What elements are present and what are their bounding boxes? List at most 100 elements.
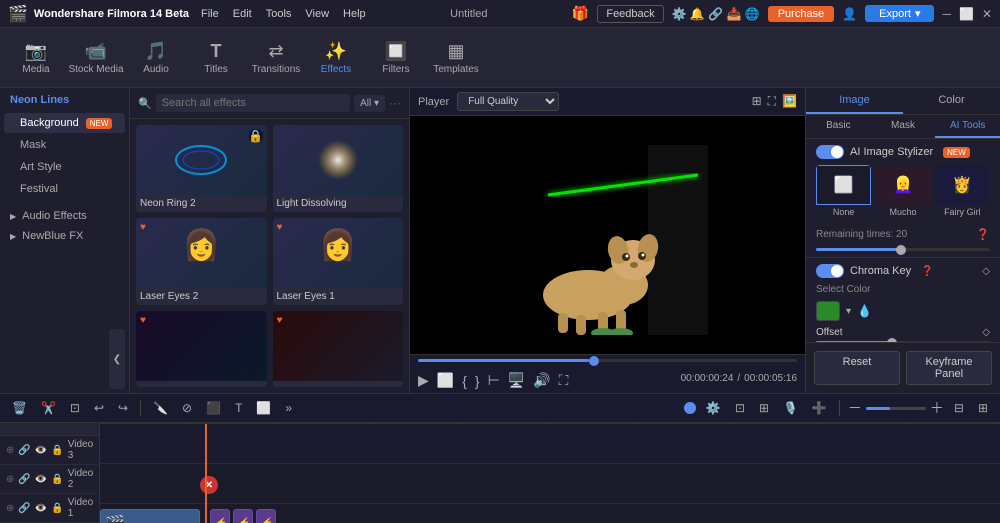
snapshot-button[interactable]: ⬜ bbox=[437, 372, 454, 389]
zoom-in-button[interactable]: ＋ bbox=[930, 398, 944, 418]
effect-clip-3[interactable]: ⚡ bbox=[256, 509, 276, 523]
video2-mute-icon[interactable]: 👁️ bbox=[35, 474, 47, 485]
feedback-button[interactable]: Feedback bbox=[597, 5, 663, 23]
media-tab-transitions[interactable]: ⇄ Transitions bbox=[248, 32, 304, 84]
fit-timeline-button[interactable]: ⊟ bbox=[950, 399, 968, 417]
video1-add-icon[interactable]: ⊕ bbox=[6, 503, 14, 514]
split-button-tl[interactable]: ⊡ bbox=[731, 399, 749, 417]
video3-link-icon[interactable]: 🔗 bbox=[18, 445, 30, 456]
menu-edit[interactable]: Edit bbox=[233, 8, 252, 20]
video-clip-main[interactable]: 🎬 bbox=[100, 509, 200, 523]
split-button[interactable]: ⊢ bbox=[488, 372, 500, 389]
clip-delete-marker[interactable]: ✕ bbox=[200, 476, 218, 494]
in-point-button[interactable]: } bbox=[475, 373, 480, 389]
undo-button[interactable]: ↩ bbox=[90, 399, 108, 417]
chroma-key-help-icon[interactable]: ❓ bbox=[921, 266, 933, 277]
ai-preset-none[interactable]: ⬜ None bbox=[816, 165, 871, 219]
category-mask[interactable]: Mask bbox=[4, 135, 125, 155]
effect-item-light-dissolving[interactable]: Light Dissolving bbox=[273, 125, 404, 212]
avatar-icon[interactable]: 👤 bbox=[842, 7, 857, 21]
ai-preset-fairy-girl[interactable]: 👸 Fairy Girl bbox=[935, 165, 990, 219]
text-button[interactable]: T bbox=[231, 399, 246, 417]
group-audio-effects[interactable]: ▶ Audio Effects bbox=[0, 206, 129, 226]
menu-tools[interactable]: Tools bbox=[266, 8, 292, 20]
keyframe-panel-button[interactable]: Keyframe Panel bbox=[906, 351, 992, 385]
video2-link-icon[interactable]: 🔗 bbox=[18, 474, 30, 485]
play-button[interactable]: ▶ bbox=[418, 372, 429, 389]
offset-handle[interactable] bbox=[887, 338, 897, 343]
more-options-icon[interactable]: ··· bbox=[389, 96, 401, 110]
media-tab-templates[interactable]: ▦ Templates bbox=[428, 32, 484, 84]
minimize-button[interactable]: ─ bbox=[942, 7, 951, 21]
audio-sync-button[interactable]: 🎙️ bbox=[779, 399, 802, 417]
media-tab-audio[interactable]: 🎵 Audio bbox=[128, 32, 184, 84]
video3-mute-icon[interactable]: 👁️ bbox=[35, 445, 47, 456]
video2-lock-icon[interactable]: 🔒 bbox=[51, 474, 63, 485]
gift-icon[interactable]: 🎁 bbox=[572, 5, 589, 22]
monitor-button[interactable]: 🖥️ bbox=[508, 372, 525, 389]
panel-collapse-button[interactable]: ❮ bbox=[109, 329, 125, 389]
category-background[interactable]: Background NEW bbox=[4, 113, 125, 133]
ripple-delete-button[interactable]: ⊘ bbox=[178, 399, 196, 417]
effect-item-laser-eyes-2[interactable]: ♥ Laser Eyes 2 bbox=[136, 218, 267, 305]
eyedropper-icon[interactable]: 💧 bbox=[857, 304, 872, 318]
volume-button[interactable]: 🔊 bbox=[533, 372, 550, 389]
media-tab-filters[interactable]: 🔲 Filters bbox=[368, 32, 424, 84]
add-track-button[interactable]: ➕ bbox=[808, 399, 831, 417]
media-tab-media[interactable]: 📷 Media bbox=[8, 32, 64, 84]
zoom-slider[interactable] bbox=[866, 407, 926, 410]
ai-preset-mucho[interactable]: 👱‍♀️ Mucho bbox=[875, 165, 930, 219]
playhead[interactable] bbox=[205, 424, 207, 523]
effect-clip-1[interactable]: ⚡ bbox=[210, 509, 230, 523]
reset-button[interactable]: Reset bbox=[814, 351, 900, 385]
search-input[interactable] bbox=[156, 94, 350, 112]
delete-clip-button[interactable]: 🗑️ bbox=[8, 399, 31, 417]
filter-dropdown[interactable]: All ▾ bbox=[354, 95, 385, 112]
progress-bar[interactable] bbox=[418, 359, 797, 362]
media-tab-stock[interactable]: 📹 Stock Media bbox=[68, 32, 124, 84]
category-festival[interactable]: Festival bbox=[4, 179, 125, 199]
group-newblue-fx[interactable]: ▶ NewBlue FX bbox=[0, 226, 129, 246]
image-settings-icon[interactable]: 🖼️ bbox=[782, 94, 797, 109]
menu-file[interactable]: File bbox=[201, 8, 219, 20]
effect-item-laser-eyes-1[interactable]: ♥ Laser Eyes 1 bbox=[273, 218, 404, 305]
video1-link-icon[interactable]: 🔗 bbox=[18, 503, 30, 514]
grid-view-icon[interactable]: ⊞ bbox=[752, 94, 762, 109]
tab-image[interactable]: Image bbox=[806, 88, 903, 114]
cut-button[interactable]: { bbox=[462, 373, 467, 389]
subtab-mask[interactable]: Mask bbox=[871, 115, 936, 138]
help-icon[interactable]: ❓ bbox=[976, 228, 990, 241]
redo-button[interactable]: ↪ bbox=[114, 399, 132, 417]
fullscreen-button[interactable]: ⛶ bbox=[559, 372, 569, 389]
menu-help[interactable]: Help bbox=[343, 8, 366, 20]
ai-stylizer-toggle[interactable] bbox=[816, 145, 844, 159]
razor-button[interactable]: 🔪 bbox=[149, 399, 172, 417]
fit-icon[interactable]: ⛶ bbox=[768, 94, 776, 109]
video1-lock-icon[interactable]: 🔒 bbox=[51, 503, 63, 514]
menu-view[interactable]: View bbox=[305, 8, 329, 20]
zoom-out-button[interactable]: － bbox=[848, 398, 862, 418]
grid-toggle-button[interactable]: ⊞ bbox=[974, 399, 992, 417]
video2-add-icon[interactable]: ⊕ bbox=[6, 474, 14, 485]
cut-clip-button[interactable]: ✂️ bbox=[37, 399, 60, 417]
video3-lock-icon[interactable]: 🔒 bbox=[51, 445, 63, 456]
chroma-key-settings-icon[interactable]: ◇ bbox=[982, 266, 990, 277]
category-art-style[interactable]: Art Style bbox=[4, 157, 125, 177]
effect-item-5[interactable]: ♥ bbox=[136, 311, 267, 387]
maximize-button[interactable]: ⬜ bbox=[959, 7, 974, 21]
effect-item-6[interactable]: ♥ bbox=[273, 311, 404, 387]
video3-add-icon[interactable]: ⊕ bbox=[6, 445, 14, 456]
purchase-button[interactable]: Purchase bbox=[768, 6, 834, 22]
stylizer-slider[interactable] bbox=[816, 248, 990, 251]
effect-item-neon-ring-2[interactable]: 🔒 Neon Ring 2 bbox=[136, 125, 267, 212]
subtab-basic[interactable]: Basic bbox=[806, 115, 871, 138]
tab-color[interactable]: Color bbox=[903, 88, 1000, 114]
export-button[interactable]: Export ▾ bbox=[865, 5, 934, 22]
offset-slider[interactable] bbox=[816, 341, 990, 342]
record-button[interactable] bbox=[684, 402, 696, 414]
settings-button[interactable]: ⚙️ bbox=[702, 399, 725, 417]
offset-reset-icon[interactable]: ◇ bbox=[982, 327, 990, 338]
effect-clip-2[interactable]: ⚡ bbox=[233, 509, 253, 523]
chroma-key-toggle[interactable] bbox=[816, 264, 844, 278]
close-button[interactable]: ✕ bbox=[982, 7, 992, 21]
